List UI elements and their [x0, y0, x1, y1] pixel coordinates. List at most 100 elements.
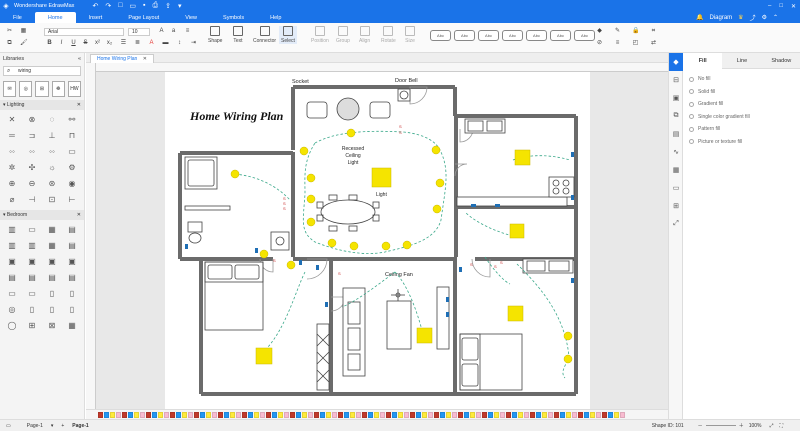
color-swatch[interactable]	[332, 411, 337, 418]
color-swatch[interactable]	[314, 411, 319, 418]
symbol-item[interactable]: ▣	[23, 256, 41, 268]
tab-view[interactable]: View	[172, 12, 210, 23]
font-color-icon[interactable]: A	[148, 40, 155, 46]
text-style-icon[interactable]: ⊟	[669, 71, 683, 89]
color-swatch[interactable]	[446, 411, 451, 418]
color-swatch[interactable]	[284, 411, 289, 418]
color-swatch[interactable]	[476, 411, 481, 418]
more-icon[interactable]: ▾	[178, 2, 182, 10]
color-swatch[interactable]	[488, 411, 493, 418]
notes-icon[interactable]: ▭	[669, 179, 683, 197]
symbol-item[interactable]: ◉	[63, 178, 81, 190]
page-panel-icon[interactable]: ▤	[669, 125, 683, 143]
lock-icon[interactable]: 🔒	[632, 28, 639, 34]
symbol-item[interactable]: ✕	[3, 114, 21, 126]
color-swatch[interactable]	[230, 411, 235, 418]
format-painter-icon[interactable]: 🖌	[20, 40, 28, 46]
color-swatch[interactable]	[578, 411, 583, 418]
color-swatch[interactable]	[506, 411, 511, 418]
color-swatch[interactable]	[536, 411, 541, 418]
color-swatch[interactable]	[290, 411, 295, 418]
collapse-ribbon-icon[interactable]: ⌃	[773, 14, 778, 21]
symbol-item[interactable]: ▣	[3, 256, 21, 268]
color-swatch[interactable]	[158, 411, 163, 418]
zoom-in-icon[interactable]: ＋	[739, 422, 744, 429]
color-swatch[interactable]	[122, 411, 127, 418]
symbol-item[interactable]: ▯	[43, 304, 61, 316]
text-direction-icon[interactable]: ↕	[176, 40, 183, 46]
symbol-item[interactable]: ▦	[43, 224, 61, 236]
redo-icon[interactable]: ↷	[105, 2, 111, 10]
color-swatch[interactable]	[596, 411, 601, 418]
color-swatch[interactable]	[224, 411, 229, 418]
color-swatch[interactable]	[164, 411, 169, 418]
add-page-icon[interactable]: +	[61, 423, 64, 429]
symbol-item[interactable]: ═	[3, 130, 21, 142]
color-swatch[interactable]	[356, 411, 361, 418]
color-swatch[interactable]	[440, 411, 445, 418]
page-tab[interactable]: Page-1	[72, 423, 88, 429]
fill-option-gradient[interactable]: Gradient fill	[689, 98, 750, 111]
align-icon[interactable]: ≡	[184, 28, 191, 34]
color-swatch[interactable]	[452, 411, 457, 418]
page-select[interactable]: Page-1	[27, 423, 43, 429]
color-swatch[interactable]	[392, 411, 397, 418]
underline-icon[interactable]: U	[70, 40, 77, 46]
shadow-icon[interactable]: ◰	[632, 40, 639, 46]
symbol-item[interactable]: ⊗	[23, 114, 41, 126]
symbol-item[interactable]: ⊞	[23, 320, 41, 332]
font-size-select[interactable]: 10	[128, 28, 150, 36]
color-swatch[interactable]	[272, 411, 277, 418]
symbol-item[interactable]: ⊐	[23, 130, 41, 142]
color-swatch[interactable]	[266, 411, 271, 418]
select-tool[interactable]: Select	[279, 26, 297, 44]
line-style-icon[interactable]: ≡	[614, 40, 621, 46]
color-swatch[interactable]	[404, 411, 409, 418]
color-swatch[interactable]	[584, 411, 589, 418]
size-tool[interactable]: Size	[405, 26, 415, 44]
color-swatch[interactable]	[296, 411, 301, 418]
fit-icon[interactable]: ⤢	[669, 215, 683, 233]
align-tool[interactable]: Align	[359, 26, 370, 44]
symbol-item[interactable]: ▥	[23, 240, 41, 252]
color-swatch[interactable]	[464, 411, 469, 418]
symbol-item[interactable]: ◦◦	[23, 146, 41, 158]
color-swatch[interactable]	[194, 411, 199, 418]
style-box[interactable]: Abc	[454, 30, 475, 41]
color-swatch[interactable]	[248, 411, 253, 418]
color-swatch[interactable]	[254, 411, 259, 418]
fill-panel-icon[interactable]: ◆	[669, 53, 683, 71]
color-swatch[interactable]	[260, 411, 265, 418]
symbol-item[interactable]: ⊣	[23, 194, 41, 206]
color-swatch[interactable]	[362, 411, 367, 418]
open-icon[interactable]: ▭	[129, 2, 136, 10]
style-box[interactable]: Abc	[502, 30, 523, 41]
fill-option-none[interactable]: No fill	[689, 73, 750, 86]
fill-icon[interactable]: ◆	[596, 28, 603, 34]
symbol-item[interactable]: ▣	[63, 256, 81, 268]
color-swatch[interactable]	[152, 411, 157, 418]
layers-icon[interactable]: ⧉	[669, 107, 683, 125]
symbol-item[interactable]: ▤	[23, 272, 41, 284]
symbol-item[interactable]: ◎	[3, 304, 21, 316]
share-icon[interactable]: ⤴	[750, 13, 756, 22]
tab-line[interactable]: Line	[722, 53, 762, 69]
library-thumb-hw[interactable]: HW	[67, 81, 82, 97]
section-lighting[interactable]: ▾ Lighting ✕	[0, 100, 84, 110]
symbol-item[interactable]: ⊥	[43, 130, 61, 142]
symbol-item[interactable]: ⊖	[23, 178, 41, 190]
color-swatch[interactable]	[374, 411, 379, 418]
color-swatch[interactable]	[434, 411, 439, 418]
library-thumb[interactable]: ✉	[3, 81, 17, 97]
diagram-dropdown[interactable]: Diagram	[709, 15, 732, 21]
symbol-item[interactable]: ◦◦	[43, 146, 61, 158]
symbol-item[interactable]: ☼	[43, 162, 61, 174]
position-tool[interactable]: Position	[311, 26, 329, 44]
symbol-item[interactable]: ⊛	[43, 178, 61, 190]
color-swatch[interactable]	[500, 411, 505, 418]
color-swatch[interactable]	[482, 411, 487, 418]
fill-option-pattern[interactable]: Pattern fill	[689, 123, 750, 136]
color-swatch[interactable]	[590, 411, 595, 418]
paste-icon[interactable]: ▦	[20, 28, 27, 34]
superscript-icon[interactable]: x²	[94, 40, 101, 46]
